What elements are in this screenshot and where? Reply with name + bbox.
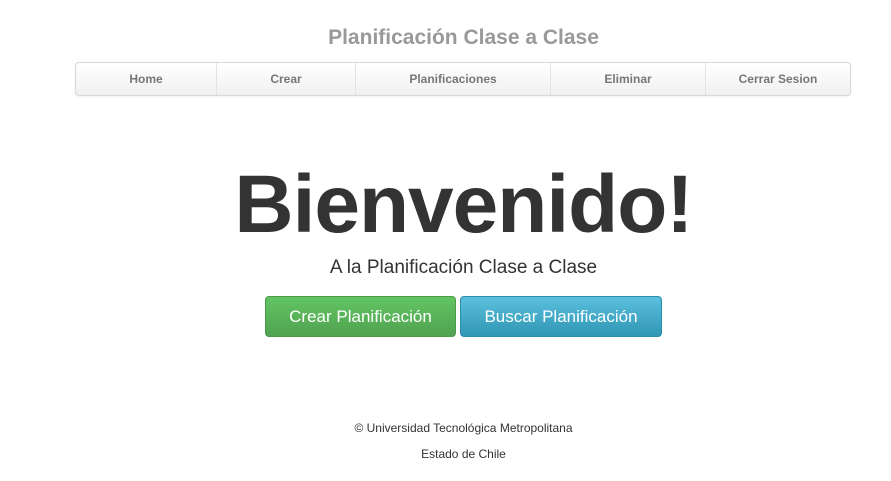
create-planning-button[interactable]: Crear Planificación	[265, 296, 456, 337]
nav-item-cerrar-sesion[interactable]: Cerrar Sesion	[705, 63, 850, 95]
hero-actions: Crear Planificación Buscar Planificación	[265, 296, 662, 337]
main-navbar: Home Crear Planificaciones Eliminar Cerr…	[75, 62, 851, 96]
footer-copyright: © Universidad Tecnológica Metropolitana	[354, 421, 573, 435]
nav-item-eliminar[interactable]: Eliminar	[550, 63, 705, 95]
welcome-heading: Bienvenido!	[234, 159, 693, 250]
page: Planificación Clase a Clase Home Crear P…	[0, 0, 891, 481]
welcome-subtitle: A la Planificación Clase a Clase	[329, 257, 598, 278]
nav-item-planificaciones[interactable]: Planificaciones	[355, 63, 550, 95]
search-planning-button[interactable]: Buscar Planificación	[460, 296, 662, 337]
site-title: Planificación Clase a Clase	[328, 26, 599, 49]
nav-item-home[interactable]: Home	[76, 63, 216, 95]
nav-item-crear[interactable]: Crear	[216, 63, 355, 95]
footer-state: Estado de Chile	[421, 447, 506, 461]
